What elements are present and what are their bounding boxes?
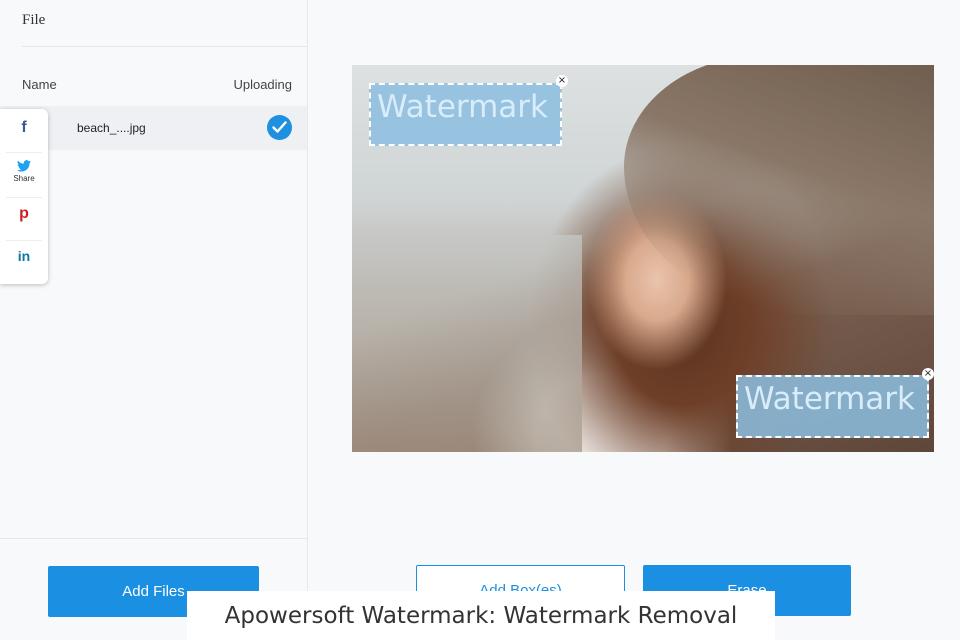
caption-overlay: Apowersoft Watermark: Watermark Removal: [187, 591, 775, 640]
file-name: beach_....jpg: [77, 121, 146, 135]
panel-title: File: [22, 12, 46, 28]
column-header-name: Name: [22, 77, 57, 92]
watermark-text: Watermark: [377, 89, 548, 125]
divider: [22, 46, 307, 47]
upload-complete-check-icon: [267, 115, 292, 140]
twitter-share-button[interactable]: Share: [0, 160, 48, 183]
social-share-bar: f Share p in: [0, 109, 48, 284]
pinterest-share-button[interactable]: p: [0, 205, 48, 223]
divider: [0, 538, 307, 539]
facebook-share-button[interactable]: f: [0, 119, 48, 137]
facebook-icon: f: [21, 119, 27, 136]
divider: [6, 240, 42, 241]
image-cliff-area: [624, 65, 934, 315]
divider: [6, 152, 42, 153]
linkedin-share-button[interactable]: in: [0, 248, 48, 264]
close-icon[interactable]: ×: [556, 75, 568, 87]
linkedin-icon: in: [17, 248, 31, 264]
file-panel: File Name Uploading beach_....jpg: [0, 0, 308, 640]
close-icon[interactable]: ×: [922, 368, 934, 380]
share-label: Share: [13, 174, 35, 183]
twitter-icon: [17, 160, 31, 172]
watermark-selection-box[interactable]: Watermark: [369, 83, 562, 146]
watermark-selection-box[interactable]: Watermark: [736, 375, 929, 438]
pinterest-icon: p: [19, 205, 29, 222]
image-sea-area: [352, 235, 582, 452]
column-header-uploading: Uploading: [233, 77, 292, 92]
divider: [6, 197, 42, 198]
watermark-text: Watermark: [744, 381, 915, 417]
